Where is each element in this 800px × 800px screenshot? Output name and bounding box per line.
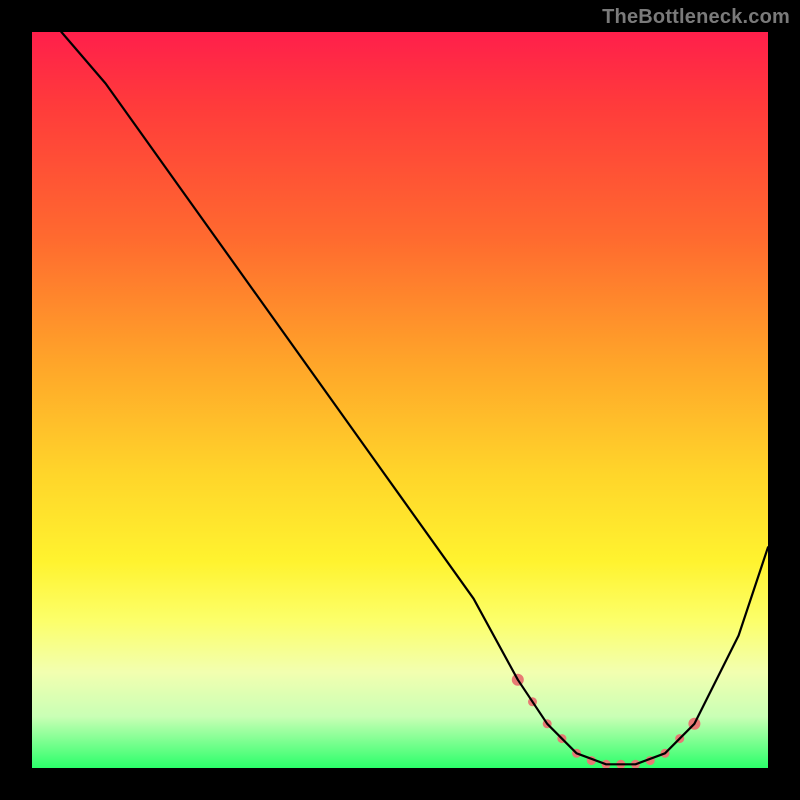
curve-svg xyxy=(32,32,768,768)
bottleneck-curve xyxy=(61,32,768,764)
chart-frame: TheBottleneck.com xyxy=(0,0,800,800)
plot-area xyxy=(32,32,768,768)
watermark-label: TheBottleneck.com xyxy=(602,6,790,29)
marker-dots xyxy=(512,674,701,768)
